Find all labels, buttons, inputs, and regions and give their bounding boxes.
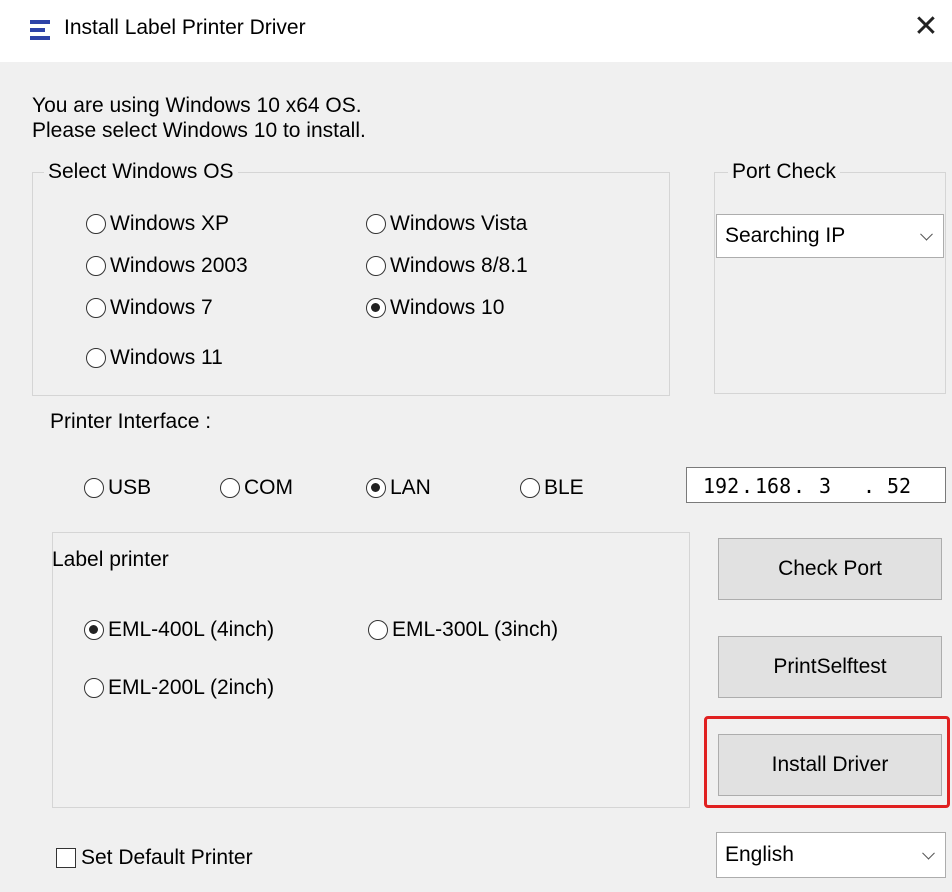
ip-octet-3[interactable]: 3 bbox=[819, 474, 831, 498]
ip-dot: . bbox=[741, 474, 754, 498]
radio-circle-selected bbox=[366, 478, 386, 498]
radio-com[interactable]: COM bbox=[220, 476, 293, 500]
radio-circle bbox=[86, 214, 106, 234]
label-printer-label: Label printer bbox=[52, 548, 169, 571]
os-info-line2: Please select Windows 10 to install. bbox=[32, 119, 366, 142]
printer-interface-label: Printer Interface : bbox=[50, 410, 212, 433]
radio-eml-200l[interactable]: EML-200L (2inch) bbox=[84, 676, 274, 700]
checkbox-box bbox=[56, 848, 76, 868]
radio-windows-xp[interactable]: Windows XP bbox=[86, 212, 229, 236]
radio-circle bbox=[86, 298, 106, 318]
ip-octet-1[interactable]: 192 bbox=[703, 474, 739, 498]
radio-circle-selected bbox=[84, 620, 104, 640]
ip-dot: . bbox=[863, 474, 876, 498]
radio-circle bbox=[84, 478, 104, 498]
radio-windows-vista[interactable]: Windows Vista bbox=[366, 212, 527, 236]
radio-circle bbox=[84, 678, 104, 698]
ip-octet-4[interactable]: 52 bbox=[887, 474, 911, 498]
radio-circle bbox=[86, 348, 106, 368]
print-selftest-button[interactable]: PrintSelftest bbox=[718, 636, 942, 698]
port-check-groupbox bbox=[714, 172, 946, 394]
radio-lan[interactable]: LAN bbox=[366, 476, 431, 500]
check-port-button[interactable]: Check Port bbox=[718, 538, 942, 600]
radio-circle bbox=[368, 620, 388, 640]
ip-octet-2[interactable]: 168 bbox=[755, 474, 791, 498]
os-group-label: Select Windows OS bbox=[44, 160, 238, 184]
title-bar: Install Label Printer Driver ✕ bbox=[0, 0, 952, 62]
port-check-label: Port Check bbox=[728, 160, 840, 184]
app-icon bbox=[30, 20, 50, 40]
os-info-line1: You are using Windows 10 x64 OS. bbox=[32, 94, 362, 117]
radio-circle-selected bbox=[366, 298, 386, 318]
install-driver-highlight bbox=[704, 716, 950, 808]
radio-windows-10[interactable]: Windows 10 bbox=[366, 296, 504, 320]
close-icon[interactable]: ✕ bbox=[910, 10, 942, 44]
window-title: Install Label Printer Driver bbox=[64, 16, 306, 39]
radio-circle bbox=[366, 214, 386, 234]
set-default-printer-checkbox[interactable]: Set Default Printer bbox=[56, 846, 253, 870]
ip-dot: . bbox=[793, 474, 806, 498]
radio-circle bbox=[220, 478, 240, 498]
radio-circle bbox=[86, 256, 106, 276]
chevron-down-icon bbox=[920, 227, 933, 241]
radio-eml-400l[interactable]: EML-400L (4inch) bbox=[84, 618, 274, 642]
ip-address-input[interactable]: 192 . 168 . 3 . 52 bbox=[686, 467, 946, 503]
radio-windows-2003[interactable]: Windows 2003 bbox=[86, 254, 248, 278]
port-check-dropdown[interactable]: Searching IP bbox=[716, 214, 944, 258]
radio-eml-300l[interactable]: EML-300L (3inch) bbox=[368, 618, 558, 642]
radio-windows-7[interactable]: Windows 7 bbox=[86, 296, 213, 320]
radio-windows-11[interactable]: Windows 11 bbox=[86, 346, 223, 370]
radio-windows-8[interactable]: Windows 8/8.1 bbox=[366, 254, 528, 278]
radio-circle bbox=[366, 256, 386, 276]
chevron-down-icon bbox=[922, 846, 935, 860]
radio-ble[interactable]: BLE bbox=[520, 476, 584, 500]
radio-circle bbox=[520, 478, 540, 498]
label-printer-panel bbox=[52, 532, 690, 808]
radio-usb[interactable]: USB bbox=[84, 476, 151, 500]
language-dropdown[interactable]: English bbox=[716, 832, 946, 878]
